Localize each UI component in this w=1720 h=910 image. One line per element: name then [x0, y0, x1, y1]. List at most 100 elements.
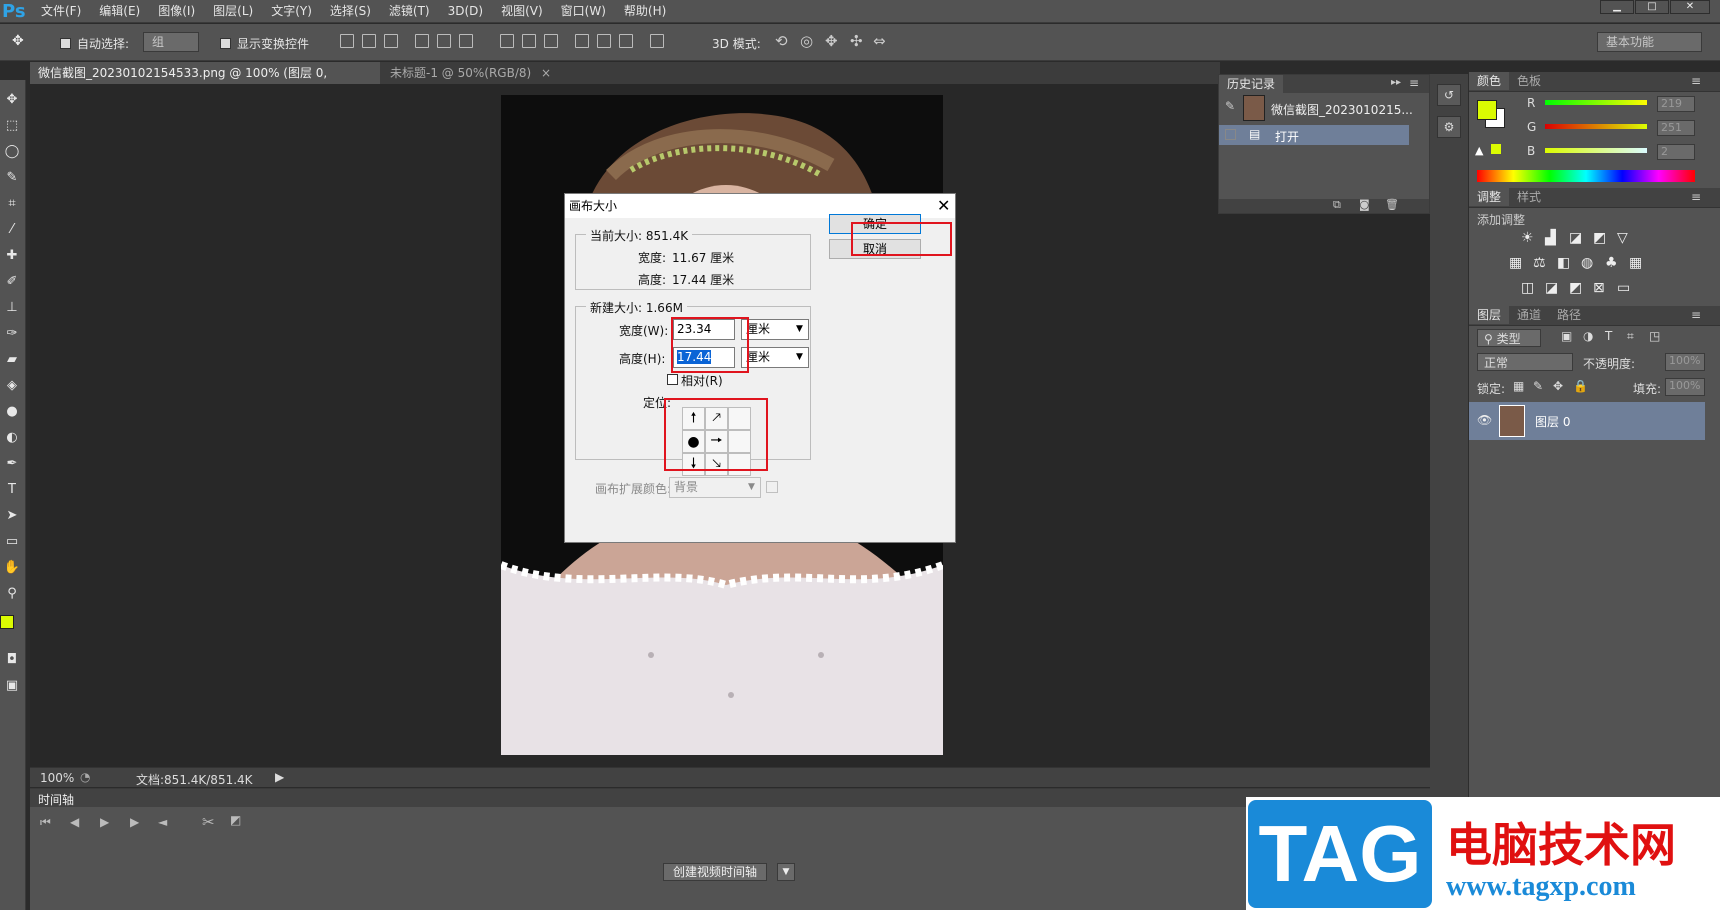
- audio-icon[interactable]: ◄: [158, 815, 167, 829]
- selective-color-icon[interactable]: ⊠: [1593, 280, 1605, 296]
- panel-menu-icon[interactable]: ≡: [1691, 74, 1701, 88]
- healing-tool-icon[interactable]: ✚: [2, 246, 22, 266]
- marquee-tool-icon[interactable]: ⬚: [2, 116, 22, 136]
- next-frame-icon[interactable]: ▶: [130, 815, 139, 829]
- menu-3d[interactable]: 3D(D): [439, 0, 492, 23]
- exposure-icon[interactable]: ◩: [1593, 230, 1606, 246]
- gradient-map-icon[interactable]: ▭: [1617, 280, 1630, 296]
- filter-shape-icon[interactable]: ⌗: [1627, 329, 1634, 344]
- zoom-level[interactable]: 100%: [40, 771, 74, 785]
- g-value-input[interactable]: 251: [1657, 120, 1695, 136]
- 3d-scale-icon[interactable]: ⇔: [873, 32, 886, 50]
- pen-tool-icon[interactable]: ✒: [2, 454, 22, 474]
- split-icon[interactable]: ✂: [202, 813, 215, 831]
- timeline-dropdown-icon[interactable]: ▼: [777, 863, 795, 881]
- eraser-tool-icon[interactable]: ▰: [2, 350, 22, 370]
- trash-icon[interactable]: 🗑: [1385, 198, 1399, 211]
- panel-menu-icon[interactable]: ≡: [1691, 308, 1701, 322]
- threshold-icon[interactable]: ◩: [1569, 280, 1582, 296]
- tab-layers[interactable]: 图层: [1469, 306, 1510, 324]
- tab-adjustments[interactable]: 调整: [1469, 188, 1510, 206]
- hue-icon[interactable]: ▦: [1509, 255, 1522, 271]
- b-slider[interactable]: [1545, 148, 1647, 153]
- lock-pixels-icon[interactable]: ✎: [1533, 379, 1543, 393]
- invert-icon[interactable]: ◫: [1521, 280, 1534, 296]
- 3d-slide-icon[interactable]: ✣: [850, 32, 863, 50]
- menu-window[interactable]: 窗口(W): [552, 0, 615, 23]
- photo-filter-icon[interactable]: ◍: [1581, 255, 1593, 271]
- lasso-tool-icon[interactable]: ◯: [2, 142, 22, 162]
- g-slider[interactable]: [1545, 124, 1647, 129]
- move-tool-icon[interactable]: ✥: [2, 90, 22, 110]
- opacity-input[interactable]: 100%: [1665, 353, 1705, 371]
- menu-image[interactable]: 图像(I): [149, 0, 204, 23]
- auto-select-dropdown[interactable]: 组: [143, 32, 199, 52]
- menu-type[interactable]: 文字(Y): [262, 0, 321, 23]
- timeline-title[interactable]: 时间轴: [38, 791, 74, 808]
- distribute-top-icon[interactable]: [500, 34, 514, 48]
- workspace-dropdown[interactable]: 基本功能: [1597, 32, 1702, 52]
- height-unit-select[interactable]: 厘米 ▼: [741, 347, 809, 368]
- menu-filter[interactable]: 滤镜(T): [380, 0, 439, 23]
- align-hcenter-icon[interactable]: [437, 34, 451, 48]
- menu-help[interactable]: 帮助(H): [615, 0, 675, 23]
- blur-tool-icon[interactable]: ●: [2, 402, 22, 422]
- width-unit-select[interactable]: 厘米 ▼: [741, 319, 809, 340]
- panel-menu-icon[interactable]: ≡: [1691, 190, 1701, 204]
- filter-pixel-icon[interactable]: ▣: [1561, 329, 1572, 343]
- relative-checkbox[interactable]: [667, 374, 678, 385]
- dodge-tool-icon[interactable]: ◐: [2, 428, 22, 448]
- history-brush-source-icon[interactable]: ✎: [1225, 99, 1235, 113]
- screen-mode-icon[interactable]: ▣: [2, 676, 22, 696]
- history-checkbox[interactable]: [1225, 129, 1236, 140]
- filter-type-icon[interactable]: T: [1605, 329, 1612, 343]
- blend-mode-dropdown[interactable]: 正常: [1477, 353, 1573, 371]
- 3d-pan-icon[interactable]: ✥: [825, 32, 838, 50]
- r-slider[interactable]: [1545, 100, 1647, 105]
- tab-paths[interactable]: 路径: [1549, 306, 1589, 324]
- history-brush-tool-icon[interactable]: ✑: [2, 324, 22, 344]
- eyedropper-tool-icon[interactable]: ⁄: [2, 220, 22, 240]
- type-tool-icon[interactable]: T: [2, 480, 22, 500]
- color-lookup-icon[interactable]: ▦: [1629, 255, 1642, 271]
- history-item[interactable]: ▤ 打开: [1219, 125, 1409, 145]
- tab-document-1[interactable]: 微信截图_20230102154533.png @ 100% (图层 0, RG…: [30, 62, 380, 102]
- shape-tool-icon[interactable]: ▭: [2, 532, 22, 552]
- menu-layer[interactable]: 图层(L): [204, 0, 262, 23]
- menu-view[interactable]: 视图(V): [492, 0, 552, 23]
- 3d-roll-icon[interactable]: ◎: [800, 32, 813, 50]
- menu-edit[interactable]: 编辑(E): [90, 0, 149, 23]
- status-info-icon[interactable]: ◔: [80, 770, 90, 784]
- 3d-rotate-icon[interactable]: ⟲: [775, 32, 788, 50]
- hand-tool-icon[interactable]: ✋: [2, 558, 22, 578]
- menu-file[interactable]: 文件(F): [32, 0, 90, 23]
- crop-tool-icon[interactable]: ⌗: [2, 194, 22, 214]
- history-snapshot[interactable]: 微信截图_2023010215...: [1271, 101, 1413, 118]
- layer-row[interactable]: 👁 图层 0: [1469, 402, 1705, 440]
- align-bottom-icon[interactable]: [384, 34, 398, 48]
- tab-color[interactable]: 颜色: [1469, 72, 1510, 90]
- foreground-color-swatch[interactable]: [0, 615, 14, 629]
- lock-all-icon[interactable]: 🔒: [1573, 379, 1588, 393]
- snapshot-camera-icon[interactable]: ◙: [1359, 198, 1370, 211]
- prev-frame-icon[interactable]: ◀: [70, 815, 79, 829]
- auto-align-icon[interactable]: [650, 34, 664, 48]
- distribute-bottom-icon[interactable]: [544, 34, 558, 48]
- align-right-icon[interactable]: [459, 34, 473, 48]
- align-left-icon[interactable]: [415, 34, 429, 48]
- properties-panel-icon[interactable]: ⚙: [1437, 116, 1461, 138]
- minimize-button[interactable]: ▁: [1600, 0, 1634, 14]
- align-top-icon[interactable]: [340, 34, 354, 48]
- zoom-tool-icon[interactable]: ⚲: [2, 584, 22, 604]
- layer-filter-dropdown[interactable]: ⚲ 类型: [1477, 329, 1541, 347]
- new-doc-from-state-icon[interactable]: ⧉: [1333, 198, 1341, 212]
- fill-input[interactable]: 100%: [1665, 378, 1705, 396]
- brush-tool-icon[interactable]: ✐: [2, 272, 22, 292]
- status-menu-arrow-icon[interactable]: ▶: [275, 770, 284, 784]
- distribute-hcenter-icon[interactable]: [597, 34, 611, 48]
- visibility-eye-icon[interactable]: 👁: [1477, 413, 1492, 427]
- filter-adjust-icon[interactable]: ◑: [1583, 329, 1593, 343]
- lock-position-icon[interactable]: ✥: [1553, 379, 1563, 393]
- distribute-left-icon[interactable]: [575, 34, 589, 48]
- lock-transparent-icon[interactable]: ▦: [1513, 379, 1524, 393]
